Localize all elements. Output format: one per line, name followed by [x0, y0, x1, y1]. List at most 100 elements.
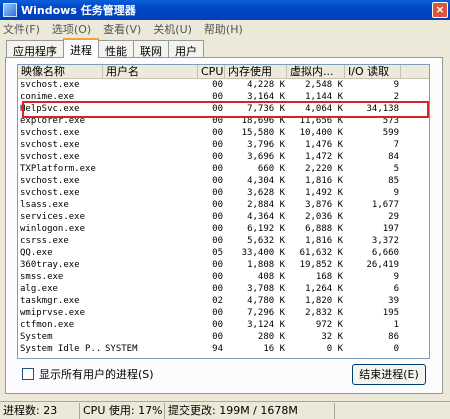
- table-row[interactable]: lsass.exe 00 2,884 K 3,876 K 1,677: [18, 199, 429, 211]
- cell-virtual-memory: 2,036 K: [305, 212, 343, 222]
- cell-io-read: 3,372: [371, 236, 399, 246]
- cell-virtual-memory: 1,820 K: [305, 296, 343, 306]
- cell-io-read: 1: [393, 320, 399, 330]
- cell-virtual-memory: 0 K: [326, 344, 343, 354]
- cell-user-name: [103, 163, 198, 175]
- cell-user-name: [103, 283, 198, 295]
- cell-cpu: 00: [212, 80, 223, 90]
- table-row[interactable]: svchost.exe 00 3,628 K 1,492 K 9: [18, 187, 429, 199]
- cell-image-name: services.exe: [20, 212, 86, 222]
- menu-file[interactable]: 文件(F): [3, 21, 40, 37]
- table-row[interactable]: 360tray.exe 00 1,808 K 19,852 K 26,419: [18, 259, 429, 271]
- cell-io-read: 86: [388, 332, 399, 342]
- status-process-count: 进程数: 23: [0, 402, 80, 419]
- tab-performance[interactable]: 性能: [98, 40, 134, 58]
- cell-image-name: smss.exe: [20, 272, 64, 282]
- column-virtual-memory[interactable]: 虚拟内...: [287, 65, 345, 78]
- cell-io-read: 5: [393, 164, 399, 174]
- tab-users[interactable]: 用户: [168, 40, 204, 58]
- table-row[interactable]: wmiprvse.exe 00 7,296 K 2,832 K 195: [18, 307, 429, 319]
- menu-help[interactable]: 帮助(H): [204, 21, 243, 37]
- cell-cpu: 00: [212, 308, 223, 318]
- tab-applications[interactable]: 应用程序: [6, 40, 64, 58]
- cell-mem-usage: 6,192 K: [247, 224, 285, 234]
- tab-processes[interactable]: 进程: [63, 38, 99, 58]
- cell-image-name: System Idle P...: [20, 344, 103, 354]
- table-row[interactable]: ctfmon.exe 00 3,124 K 972 K 1: [18, 319, 429, 331]
- menu-options[interactable]: 选项(O): [52, 21, 91, 37]
- cell-image-name: svchost.exe: [20, 176, 80, 186]
- cell-cpu: 00: [212, 224, 223, 234]
- cell-io-read: 195: [382, 308, 399, 318]
- table-row[interactable]: taskmgr.exe 02 4,780 K 1,820 K 39: [18, 295, 429, 307]
- show-all-users-label: 显示所有用户的进程(S): [39, 368, 154, 381]
- cell-cpu: 00: [212, 272, 223, 282]
- cell-user-name: [103, 211, 198, 223]
- table-row[interactable]: alg.exe 00 3,708 K 1,264 K 6: [18, 283, 429, 295]
- cell-cpu: 94: [212, 344, 223, 354]
- cell-mem-usage: 1,808 K: [247, 260, 285, 270]
- table-row[interactable]: services.exe 00 4,364 K 2,036 K 29: [18, 211, 429, 223]
- status-bar: 进程数: 23 CPU 使用: 17% 提交更改: 199M / 1678M: [0, 401, 450, 419]
- table-row[interactable]: System Idle P... SYSTEM 94 16 K 0 K 0: [18, 343, 429, 355]
- table-row[interactable]: smss.exe 00 408 K 168 K 9: [18, 271, 429, 283]
- cell-user-name: [103, 247, 198, 259]
- cell-cpu: 00: [212, 164, 223, 174]
- cell-user-name: [103, 199, 198, 211]
- cell-io-read: 6,660: [371, 248, 399, 258]
- cell-virtual-memory: 972 K: [315, 320, 343, 330]
- cell-user-name: [103, 175, 198, 187]
- menu-view[interactable]: 查看(V): [103, 21, 141, 37]
- cell-mem-usage: 4,304 K: [247, 176, 285, 186]
- cell-image-name: alg.exe: [20, 284, 58, 294]
- cell-io-read: 0: [393, 344, 399, 354]
- cell-cpu: 02: [212, 296, 223, 306]
- close-button[interactable]: ×: [432, 2, 448, 18]
- cell-image-name: System: [20, 332, 53, 342]
- cell-mem-usage: 2,884 K: [247, 200, 285, 210]
- cell-virtual-memory: 1,264 K: [305, 284, 343, 294]
- show-all-users-row[interactable]: 显示所有用户的进程(S): [22, 366, 154, 382]
- table-row[interactable]: svchost.exe 00 3,696 K 1,472 K 84: [18, 151, 429, 163]
- table-row[interactable]: svchost.exe 00 4,228 K 2,548 K 9: [18, 79, 429, 91]
- cell-cpu: 00: [212, 320, 223, 330]
- column-io-read[interactable]: I/O 读取: [345, 65, 401, 78]
- cell-image-name: wmiprvse.exe: [20, 308, 86, 318]
- cell-user-name: [103, 259, 198, 271]
- cell-io-read: 7: [393, 140, 399, 150]
- column-user-name[interactable]: 用户名: [103, 65, 198, 78]
- table-row[interactable]: System 00 280 K 32 K 86: [18, 331, 429, 343]
- table-row[interactable]: winlogon.exe 00 6,192 K 6,888 K 197: [18, 223, 429, 235]
- cell-user-name: [103, 271, 198, 283]
- column-cpu[interactable]: CPU: [198, 65, 225, 78]
- cell-cpu: 00: [212, 284, 223, 294]
- table-row[interactable]: svchost.exe 00 3,796 K 1,476 K 7: [18, 139, 429, 151]
- cell-user-name: [103, 187, 198, 199]
- cell-mem-usage: 3,708 K: [247, 284, 285, 294]
- cell-mem-usage: 660 K: [257, 164, 285, 174]
- cell-cpu: 00: [212, 188, 223, 198]
- cell-user-name: [103, 223, 198, 235]
- menu-bar: 文件(F) 选项(O) 查看(V) 关机(U) 帮助(H): [0, 20, 450, 38]
- table-row[interactable]: QQ.exe 05 33,400 K 61,632 K 6,660: [18, 247, 429, 259]
- cell-virtual-memory: 6,888 K: [305, 224, 343, 234]
- table-row[interactable]: TXPlatform.exe 00 660 K 2,220 K 5: [18, 163, 429, 175]
- cell-cpu: 00: [212, 152, 223, 162]
- end-process-button[interactable]: 结束进程(E): [352, 364, 426, 385]
- cell-virtual-memory: 3,876 K: [305, 200, 343, 210]
- show-all-users-checkbox[interactable]: [22, 368, 34, 380]
- table-row[interactable]: svchost.exe 00 4,304 K 1,816 K 85: [18, 175, 429, 187]
- cell-mem-usage: 15,580 K: [241, 128, 285, 138]
- cell-user-name: [103, 295, 198, 307]
- cell-virtual-memory: 1,476 K: [305, 140, 343, 150]
- column-header-row: 映像名称 用户名 CPU 内存使用 虚拟内... I/O 读取: [18, 65, 429, 79]
- column-image-name[interactable]: 映像名称: [18, 65, 103, 78]
- tab-networking[interactable]: 联网: [133, 40, 169, 58]
- table-row[interactable]: svchost.exe 00 15,580 K 10,400 K 599: [18, 127, 429, 139]
- cell-cpu: 00: [212, 140, 223, 150]
- column-mem-usage[interactable]: 内存使用: [225, 65, 287, 78]
- menu-shutdown[interactable]: 关机(U): [153, 21, 192, 37]
- cell-virtual-memory: 61,632 K: [299, 248, 343, 258]
- cell-user-name: [103, 319, 198, 331]
- table-row[interactable]: csrss.exe 00 5,632 K 1,816 K 3,372: [18, 235, 429, 247]
